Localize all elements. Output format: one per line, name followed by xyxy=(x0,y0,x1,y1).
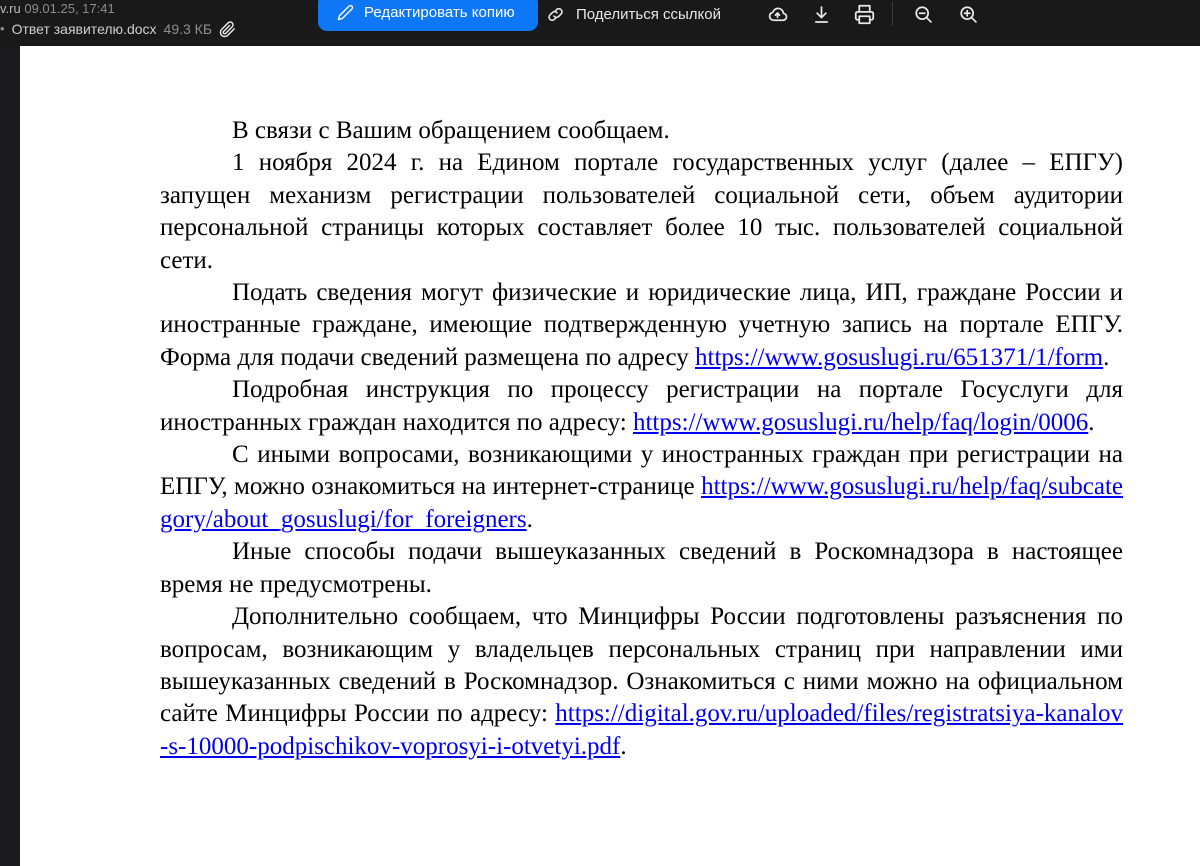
paragraph: С иными вопросами, возникающими у иностр… xyxy=(160,439,1123,536)
paragraph: Иные способы подачи вышеуказанных сведен… xyxy=(160,536,1123,601)
zoom-out-icon xyxy=(913,4,934,25)
download-button[interactable] xyxy=(804,0,838,28)
document-link[interactable]: https://www.gosuslugi.ru/help/faq/login/… xyxy=(633,409,1088,436)
document-link[interactable]: https://digital.gov.ru/uploaded/files/re… xyxy=(160,700,1123,759)
attachment-filesize: 49.3 КБ xyxy=(164,20,212,38)
attachment-meta: v.ru 09.01.25, 17:41 • Ответ заявителю.d… xyxy=(0,0,312,38)
pencil-icon xyxy=(337,4,354,21)
document-page: № 02-ТР-33316 от 11.12.2024 В связи с Ва… xyxy=(20,46,1200,866)
share-link-button[interactable]: Поделиться ссылкой xyxy=(546,0,721,28)
edit-copy-label: Редактировать копию xyxy=(364,4,515,21)
printer-icon xyxy=(854,4,875,25)
document-link[interactable]: https://www.gosuslugi.ru/help/faq/subcat… xyxy=(160,473,1123,532)
document-area[interactable]: № 02-ТР-33316 от 11.12.2024 В связи с Ва… xyxy=(0,46,1200,866)
document-link[interactable]: https://www.gosuslugi.ru/651371/1/form xyxy=(695,344,1103,371)
attachment-viewer: v.ru 09.01.25, 17:41 • Ответ заявителю.d… xyxy=(0,0,1200,866)
paragraph: В связи с Вашим обращением сообщаем. xyxy=(160,115,1123,147)
link-icon xyxy=(546,5,565,24)
save-to-cloud-button[interactable] xyxy=(760,0,794,28)
paragraph: Подать сведения могут физические и юриди… xyxy=(160,277,1123,374)
paperclip-icon xyxy=(219,21,236,38)
cloud-upload-icon xyxy=(767,4,788,25)
paragraph: 1 ноября 2024 г. на Едином портале госуд… xyxy=(160,147,1123,277)
message-timestamp: 09.01.25, 17:41 xyxy=(24,1,114,16)
paragraph: Подробная инструкция по процессу регистр… xyxy=(160,374,1123,439)
document-number-line: № 02-ТР-33316 от 11.12.2024 xyxy=(668,46,1019,53)
zoom-out-button[interactable] xyxy=(906,0,940,28)
message-info-line: v.ru 09.01.25, 17:41 xyxy=(0,0,312,17)
print-button[interactable] xyxy=(847,0,881,28)
attachment-filename: Ответ заявителю.docx xyxy=(12,20,157,38)
zoom-in-icon xyxy=(958,4,979,25)
share-link-label: Поделиться ссылкой xyxy=(576,6,721,23)
download-icon xyxy=(811,4,832,25)
edit-copy-button[interactable]: Редактировать копию xyxy=(318,0,538,31)
attachment-info-line: • Ответ заявителю.docx 49.3 КБ xyxy=(0,20,312,38)
attachment-bullet: • xyxy=(0,20,5,38)
zoom-in-button[interactable] xyxy=(951,0,985,28)
toolbar-divider xyxy=(892,2,893,26)
document-body: В связи с Вашим обращением сообщаем.1 но… xyxy=(20,46,1123,763)
paragraph: Дополнительно сообщаем, что Минцифры Рос… xyxy=(160,601,1123,763)
viewer-toolbar: v.ru 09.01.25, 17:41 • Ответ заявителю.d… xyxy=(0,0,1200,46)
sender-address: v.ru xyxy=(0,1,21,16)
